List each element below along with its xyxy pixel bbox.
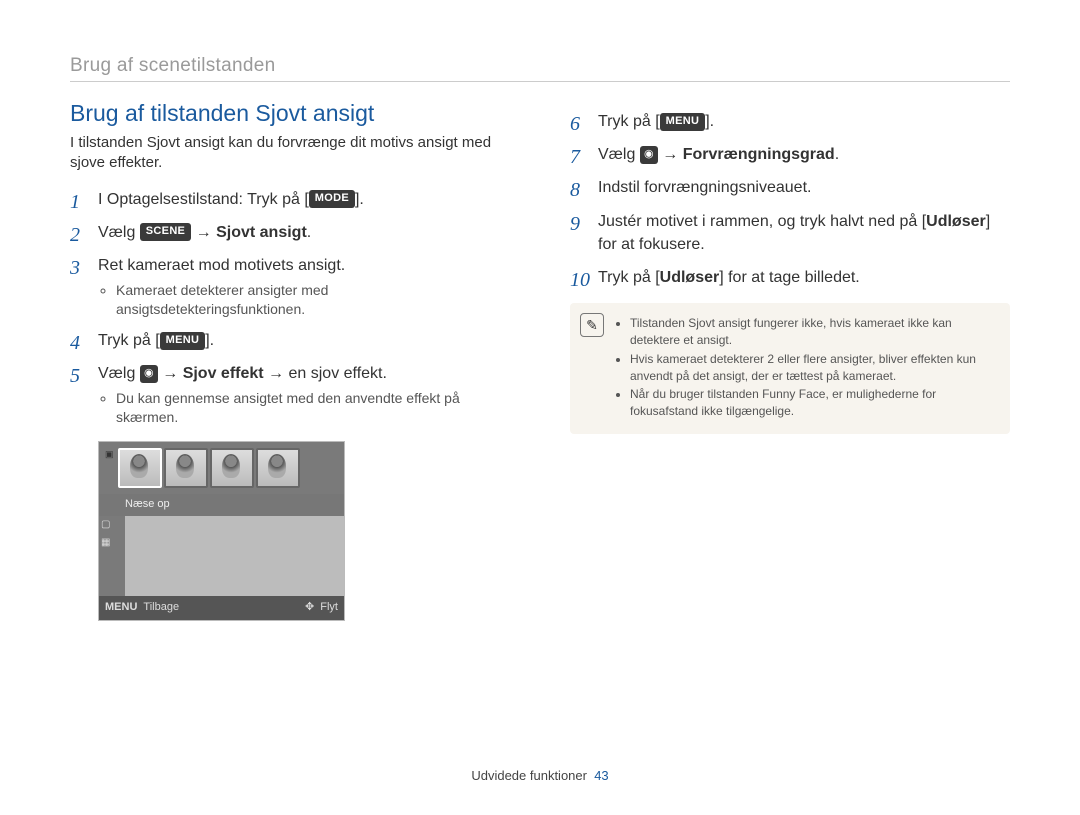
step-2: Vælg SCENE → Sjovt ansigt. — [70, 221, 510, 244]
page-footer: Udvidede funktioner 43 — [0, 768, 1080, 783]
thumb-1 — [118, 448, 162, 488]
step-10-text-a: Tryk på [ — [598, 269, 660, 286]
screenshot-bottom-bar: MENU Tilbage ✥ Flyt — [99, 596, 344, 620]
step-1-text-b: ]. — [355, 191, 364, 208]
step-3-sub1: Kameraet detekterer ansigter med ansigts… — [116, 281, 510, 319]
step-8: Indstil forvrængningsniveauet. — [570, 176, 1010, 199]
step-10: Tryk på [Udløser] for at tage billedet. — [570, 266, 1010, 289]
step-5: Vælg ◉ → Sjov effekt → en sjov effekt. D… — [70, 362, 510, 621]
step-9-bold: Udløser — [926, 213, 986, 230]
step-6: Tryk på [MENU]. — [570, 110, 1010, 133]
step-10-text-c: ] for at tage billedet. — [719, 269, 860, 286]
content-columns: Brug af tilstanden Sjovt ansigt I tilsta… — [70, 100, 1010, 627]
note-icon: ✎ — [580, 313, 604, 337]
menu-label: MENU — [105, 600, 137, 616]
camera-icon: ◉ — [140, 365, 158, 383]
footer-page-number: 43 — [594, 768, 608, 783]
menu-icon: MENU — [660, 113, 706, 131]
breadcrumb: Brug af scenetilstanden — [70, 55, 1010, 77]
menu-icon: MENU — [160, 332, 206, 350]
step-list-left: I Optagelsestilstand: Tryk på [MODE]. Væ… — [70, 188, 510, 621]
note-list: Tilstanden Sjovt ansigt fungerer ikke, h… — [614, 313, 998, 422]
effect-label-row: Næse op — [99, 494, 344, 516]
step-10-bold: Udløser — [660, 269, 720, 286]
step-7-text-a: Vælg — [598, 146, 640, 163]
step-list-right: Tryk på [MENU]. Vælg ◉ → Forvrængningsgr… — [570, 110, 1010, 289]
step-3-text: Ret kameraet mod motivets ansigt. — [98, 257, 345, 274]
step-2-text-a: Vælg — [98, 224, 140, 241]
step-4-text-b: ]. — [205, 332, 214, 349]
res-icon: ▢ — [101, 518, 123, 533]
thumb-2 — [164, 448, 208, 488]
scene-icon: SCENE — [140, 223, 191, 241]
section-title: Brug af tilstanden Sjovt ansigt — [70, 100, 510, 127]
back-label: Tilbage — [143, 600, 179, 616]
note-box: ✎ Tilstanden Sjovt ansigt fungerer ikke,… — [570, 303, 1010, 434]
step-4: Tryk på [MENU]. — [70, 329, 510, 352]
right-column: Tryk på [MENU]. Vælg ◉ → Forvrængningsgr… — [570, 100, 1010, 627]
intro-paragraph: I tilstanden Sjovt ansigt kan du forvræn… — [70, 133, 510, 174]
arrow-icon: → — [264, 365, 289, 382]
step-5-sub1: Du kan gennemse ansigtet med den anvendt… — [116, 389, 510, 427]
footer-section: Udvidede funktioner — [471, 768, 587, 783]
screenshot-sidebar: ▢ ▦ — [99, 516, 125, 596]
step-6-text-b: ]. — [705, 113, 714, 130]
step-3: Ret kameraet mod motivets ansigt. Kamera… — [70, 254, 510, 319]
move-label: Flyt — [320, 600, 338, 616]
step-2-text-c: . — [307, 224, 311, 241]
step-8-text: Indstil forvrængningsniveauet. — [598, 179, 811, 196]
step-1: I Optagelsestilstand: Tryk på [MODE]. — [70, 188, 510, 211]
manual-page: Brug af scenetilstanden Brug af tilstand… — [0, 0, 1080, 815]
move-glyph-icon: ✥ — [305, 600, 314, 616]
thumb-3 — [210, 448, 254, 488]
note-3: Når du bruger tilstanden Funny Face, er … — [630, 386, 998, 420]
step-9-text-a: Justér motivet i rammen, og tryk halvt n… — [598, 213, 926, 230]
screenshot-left-icons: ▣ — [105, 448, 114, 488]
step-7-text-c: . — [835, 146, 839, 163]
step-7: Vælg ◉ → Forvrængningsgrad. — [570, 143, 1010, 166]
step-4-text-a: Tryk på [ — [98, 332, 160, 349]
step-5-text-c: en sjov effekt. — [289, 365, 387, 382]
mode-icon: MODE — [309, 190, 355, 208]
step-9: Justér motivet i rammen, og tryk halvt n… — [570, 210, 1010, 256]
note-1: Tilstanden Sjovt ansigt fungerer ikke, h… — [630, 315, 998, 349]
arrow-icon: → — [191, 224, 216, 241]
camera-icon: ◉ — [640, 146, 658, 164]
step-5-sublist: Du kan gennemse ansigtet med den anvendt… — [98, 389, 510, 427]
divider — [70, 81, 1010, 82]
arrow-icon: → — [158, 365, 183, 382]
step-5-bold: Sjov effekt — [183, 365, 264, 382]
camera-screenshot: ▣ Næse op ▢ ▦ — [98, 441, 345, 621]
screenshot-thumb-row: ▣ — [99, 442, 344, 494]
effect-label: Næse op — [125, 498, 170, 510]
arrow-icon: → — [658, 146, 683, 163]
step-1-text-a: I Optagelsestilstand: Tryk på [ — [98, 191, 309, 208]
step-5-text-a: Vælg — [98, 365, 140, 382]
step-7-bold: Forvrængningsgrad — [683, 146, 835, 163]
step-6-text-a: Tryk på [ — [598, 113, 660, 130]
step-3-sublist: Kameraet detekterer ansigter med ansigts… — [98, 281, 510, 319]
user-icon: ▣ — [105, 448, 114, 461]
step-2-bold: Sjovt ansigt — [216, 224, 307, 241]
left-column: Brug af tilstanden Sjovt ansigt I tilsta… — [70, 100, 510, 627]
thumb-4 — [256, 448, 300, 488]
grid-icon: ▦ — [101, 536, 123, 551]
screenshot-preview: ▢ ▦ — [99, 516, 344, 596]
note-2: Hvis kameraet detekterer 2 eller flere a… — [630, 351, 998, 385]
